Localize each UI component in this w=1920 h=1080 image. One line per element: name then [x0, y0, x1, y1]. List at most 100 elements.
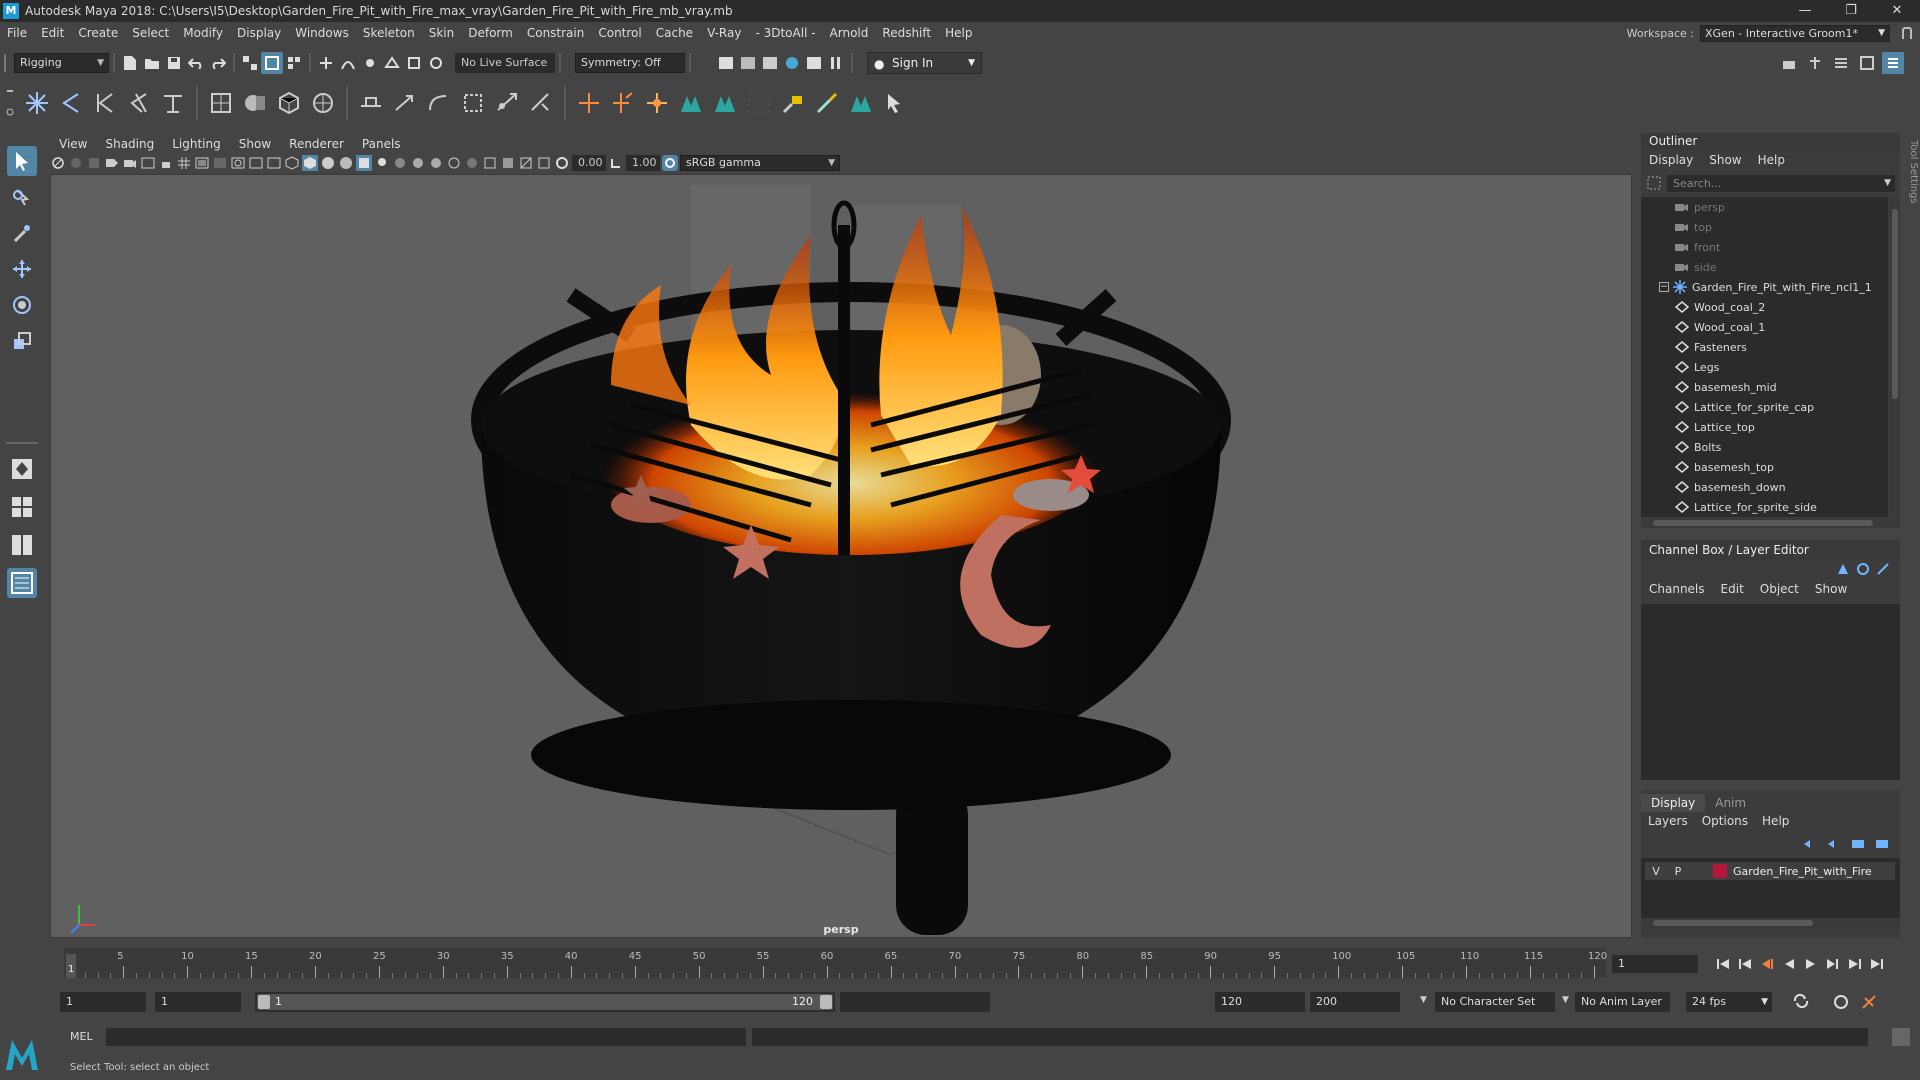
- playback-start-field[interactable]: 1: [155, 992, 241, 1012]
- ambient-occlusion-icon[interactable]: [410, 155, 426, 171]
- snap-curve-icon[interactable]: [337, 52, 359, 74]
- scale-constraint-icon[interactable]: [456, 86, 490, 120]
- shaded-wireframe-icon[interactable]: [338, 155, 354, 171]
- step-forward-frame-icon[interactable]: [1822, 955, 1844, 973]
- color-management-icon[interactable]: [662, 155, 678, 171]
- outliner-menu-help[interactable]: Help: [1750, 153, 1793, 167]
- step-back-frame-icon[interactable]: [1756, 955, 1778, 973]
- grid-toggle-icon[interactable]: [176, 155, 192, 171]
- channel-refresh-icon[interactable]: [1856, 562, 1870, 579]
- menu-display[interactable]: Display: [230, 26, 288, 40]
- tab-anim[interactable]: Anim: [1705, 794, 1756, 812]
- channel-menu-show[interactable]: Show: [1807, 582, 1855, 596]
- view-transform-dropdown[interactable]: sRGB gamma ▼: [680, 155, 840, 171]
- smooth-bind-icon[interactable]: [238, 86, 272, 120]
- list-item[interactable]: basemesh_down: [1641, 477, 1888, 497]
- menuset-dropdown[interactable]: Rigging ▼: [14, 53, 109, 73]
- snap-view-plane-icon[interactable]: [381, 52, 403, 74]
- channel-box-icon[interactable]: [1882, 52, 1904, 74]
- single-perspective-layout-icon[interactable]: [7, 454, 37, 484]
- layer-visibility-toggle[interactable]: V: [1645, 865, 1667, 878]
- default-material-icon[interactable]: [320, 155, 336, 171]
- list-item[interactable]: Fasteners: [1641, 337, 1888, 357]
- fps-dropdown[interactable]: 24 fps ▼: [1686, 992, 1772, 1012]
- outliner-menu-display[interactable]: Display: [1641, 153, 1701, 167]
- select-component-icon[interactable]: [283, 52, 305, 74]
- ik-handle-icon[interactable]: [156, 86, 190, 120]
- pause-viewport-icon[interactable]: [825, 52, 847, 74]
- command-input[interactable]: [106, 1028, 746, 1046]
- hypershade-icon[interactable]: [781, 52, 803, 74]
- humanik-body-icon[interactable]: [674, 86, 708, 120]
- menu-arnold[interactable]: Arnold: [823, 26, 876, 40]
- snap-point-icon[interactable]: [359, 52, 381, 74]
- select-hierarchy-icon[interactable]: [239, 52, 261, 74]
- isolate-select-icon[interactable]: [482, 155, 498, 171]
- orient-joint-icon[interactable]: [122, 86, 156, 120]
- select-object-icon[interactable]: [261, 52, 283, 74]
- shadows-icon[interactable]: [392, 155, 408, 171]
- list-item[interactable]: persp: [1641, 197, 1888, 217]
- multisample-icon[interactable]: [446, 155, 462, 171]
- film-gate-icon[interactable]: [140, 155, 156, 171]
- scroll-thumb[interactable]: [1653, 520, 1873, 526]
- two-view-layout-icon[interactable]: [7, 530, 37, 560]
- viewport-menu-panels[interactable]: Panels: [353, 137, 410, 151]
- lattice-icon[interactable]: [306, 86, 340, 120]
- menu-file[interactable]: File: [0, 26, 34, 40]
- camera-icon[interactable]: [122, 155, 138, 171]
- scroll-thumb[interactable]: [1892, 209, 1898, 399]
- viewport-menu-shading[interactable]: Shading: [96, 137, 163, 151]
- current-frame-marker[interactable]: 1: [66, 954, 76, 978]
- go-to-end-icon[interactable]: [1866, 955, 1888, 973]
- paint-select-tool-icon[interactable]: [7, 218, 37, 248]
- field-chart-icon[interactable]: [230, 155, 246, 171]
- filter-icon[interactable]: [1647, 176, 1661, 193]
- step-back-key-icon[interactable]: [1734, 955, 1756, 973]
- channel-menu-channels[interactable]: Channels: [1641, 582, 1713, 596]
- animation-start-field[interactable]: 1: [60, 992, 146, 1012]
- image-plane-icon[interactable]: [68, 155, 84, 171]
- list-item[interactable]: basemesh_top: [1641, 457, 1888, 477]
- aim-constraint-icon[interactable]: [490, 86, 524, 120]
- gamma-field[interactable]: 1.00: [626, 155, 660, 171]
- pick-walk-icon[interactable]: [878, 86, 912, 120]
- ipr-render-icon[interactable]: [737, 52, 759, 74]
- render-view-icon[interactable]: [803, 52, 825, 74]
- new-layer-icon[interactable]: [1850, 838, 1866, 853]
- time-slider-track[interactable]: 5 10 15 20 25 30 35 40 45 50 55 60 65 70 75 80 85 90 95 100…: [64, 948, 1607, 978]
- character-set-field[interactable]: No Character Set: [1435, 992, 1555, 1012]
- minimize-button[interactable]: —: [1782, 0, 1828, 22]
- move-layer-down-icon[interactable]: [1826, 838, 1842, 853]
- exposure-field[interactable]: 0.00: [572, 155, 606, 171]
- layer-row[interactable]: V P Garden_Fire_Pit_with_Fire: [1645, 862, 1895, 880]
- two-d-pan-icon[interactable]: [86, 155, 102, 171]
- xray-components-icon[interactable]: [536, 155, 552, 171]
- menu-vray[interactable]: V-Ray: [700, 26, 748, 40]
- outliner-search-input[interactable]: Search... ▼: [1667, 175, 1895, 192]
- brush-tool-icon[interactable]: [810, 86, 844, 120]
- select-tool-icon[interactable]: [7, 146, 37, 176]
- outliner-menu-show[interactable]: Show: [1701, 153, 1749, 167]
- move-tool-icon[interactable]: [7, 254, 37, 284]
- wireframe-icon[interactable]: [284, 155, 300, 171]
- parent-constraint-icon[interactable]: [354, 86, 388, 120]
- range-slider[interactable]: 1 120: [255, 992, 835, 1012]
- lock-icon[interactable]: [1902, 27, 1912, 39]
- script-editor-icon[interactable]: [1892, 1028, 1910, 1046]
- list-item[interactable]: Lattice_for_sprite_cap: [1641, 397, 1888, 417]
- menu-help[interactable]: Help: [938, 26, 979, 40]
- animation-end-field[interactable]: 200: [1310, 992, 1400, 1012]
- script-language-toggle[interactable]: MEL: [70, 1030, 93, 1043]
- perspective-viewport[interactable]: persp: [50, 174, 1632, 938]
- depth-of-field-icon[interactable]: [464, 155, 480, 171]
- play-forward-icon[interactable]: [1800, 955, 1822, 973]
- use-all-lights-icon[interactable]: [374, 155, 390, 171]
- tool-settings-icon[interactable]: [1856, 52, 1878, 74]
- snap-surface-icon[interactable]: [403, 52, 425, 74]
- orient-constraint-icon[interactable]: [422, 86, 456, 120]
- list-item[interactable]: Legs: [1641, 357, 1888, 377]
- channel-box-area[interactable]: [1641, 604, 1900, 780]
- collapse-icon[interactable]: −: [1659, 282, 1669, 292]
- menu-windows[interactable]: Windows: [288, 26, 356, 40]
